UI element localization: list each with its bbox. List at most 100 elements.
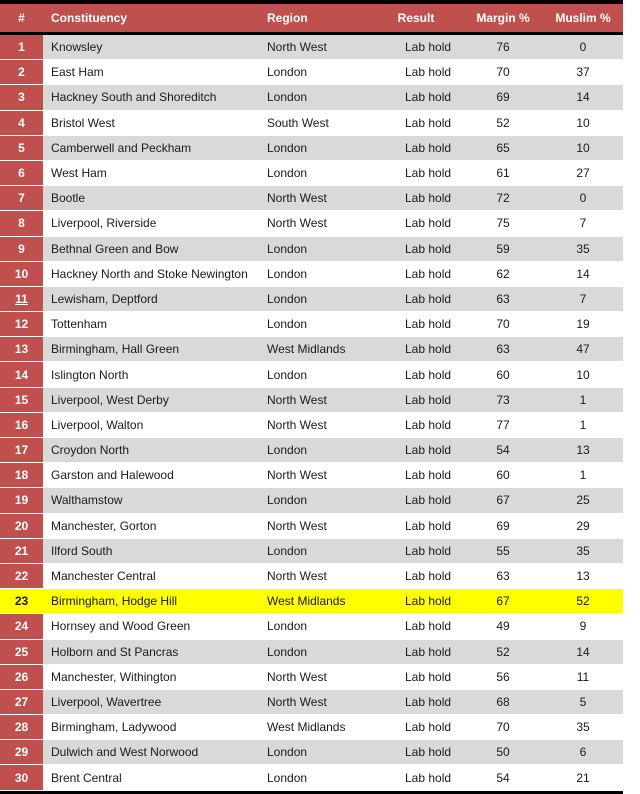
cell-constituency: Manchester, Withington	[43, 664, 259, 690]
cell-constituency: Liverpool, Walton	[43, 412, 259, 439]
cell-margin: 55	[463, 538, 543, 564]
cell-margin: 63	[463, 563, 543, 590]
cell-result: Lab hold	[369, 462, 463, 489]
num-text: 12	[14, 317, 29, 332]
region-text: North West	[267, 40, 327, 55]
cell-region: North West	[259, 33, 369, 61]
cell-margin: 70	[463, 714, 543, 741]
result-text: Lab hold	[405, 241, 452, 256]
constituency-text: Tottenham	[51, 317, 108, 332]
margin-text: 52	[496, 644, 510, 659]
cell-result: Lab hold	[369, 84, 463, 111]
cell-muslim: 37	[543, 59, 623, 86]
cell-num: 13	[0, 336, 43, 363]
cell-margin: 50	[463, 739, 543, 766]
cell-result: Lab hold	[369, 185, 463, 212]
constituency-text: Bristol West	[51, 115, 115, 130]
muslim-text: 1	[579, 392, 587, 407]
cell-region: London	[259, 487, 369, 514]
cell-muslim: 10	[543, 110, 623, 136]
table-row: 26 Manchester, Withington North West Lab ho…	[0, 664, 623, 690]
constituency-text: Croydon North	[51, 443, 130, 458]
cell-num: 20	[0, 513, 43, 539]
cell-constituency: Holborn and St Pancras	[43, 639, 259, 665]
cell-margin: 54	[463, 764, 543, 791]
margin-text: 75	[496, 216, 510, 231]
region-text: North West	[267, 669, 327, 684]
margin-text: 70	[496, 65, 510, 80]
region-text: London	[267, 317, 308, 332]
num-text: 11	[15, 291, 28, 306]
cell-constituency: Bethnal Green and Bow	[43, 236, 259, 262]
table-header: # Constituency Region Result Margin % Mu…	[0, 4, 623, 35]
region-text: London	[267, 770, 308, 785]
result-text: Lab hold	[405, 140, 452, 155]
cell-region: North West	[259, 185, 369, 212]
cell-result: Lab hold	[369, 336, 463, 363]
margin-text: 60	[496, 468, 510, 483]
cell-num: 30	[0, 764, 43, 791]
cell-muslim: 1	[543, 387, 623, 413]
constituency-text: Walthamstow	[51, 493, 123, 508]
table-row: 6 West Ham London Lab hold 61 27	[0, 160, 623, 187]
cell-muslim: 1	[543, 412, 623, 439]
cell-margin: 60	[463, 462, 543, 489]
muslim-text: 1	[579, 417, 587, 432]
result-text: Lab hold	[405, 115, 452, 130]
cell-num: 2	[0, 59, 43, 86]
num-text: 20	[14, 518, 29, 533]
cell-region: London	[259, 437, 369, 464]
constituency-text: Hackney South and Shoreditch	[51, 90, 217, 105]
cell-muslim: 13	[543, 563, 623, 590]
cell-num: 26	[0, 664, 43, 690]
cell-muslim: 0	[543, 185, 623, 212]
table-row: 16 Liverpool, Walton North West Lab hold 77 1	[0, 412, 623, 439]
table-row: 7 Bootle North West Lab hold 72 0	[0, 185, 623, 212]
region-text: London	[267, 65, 308, 80]
result-text: Lab hold	[405, 166, 452, 181]
cell-result: Lab hold	[369, 210, 463, 237]
cell-num: 8	[0, 210, 43, 237]
cell-region: London	[259, 160, 369, 187]
muslim-text: 0	[579, 191, 587, 206]
constituency-text: Liverpool, Riverside	[51, 216, 157, 231]
cell-num: 17	[0, 437, 43, 464]
result-text: Lab hold	[405, 594, 452, 609]
cell-region: North West	[259, 412, 369, 439]
table-row: 17 Croydon North London Lab hold 54 13	[0, 437, 623, 464]
cell-muslim: 14	[543, 639, 623, 665]
table-row: 28 Birmingham, Ladywood West Midlands Lab h…	[0, 714, 623, 741]
muslim-text: 10	[576, 115, 590, 130]
margin-text: 69	[496, 90, 510, 105]
muslim-text: 29	[576, 518, 590, 533]
cell-muslim: 13	[543, 437, 623, 464]
num-text: 2	[18, 65, 25, 80]
cell-constituency: Ilford South	[43, 538, 259, 564]
cell-muslim: 25	[543, 487, 623, 514]
table-row: 3 Hackney South and Shoreditch London Lab h…	[0, 84, 623, 111]
result-text: Lab hold	[405, 619, 452, 634]
num-text: 15	[14, 392, 29, 407]
constituency-text: Lewisham, Deptford	[51, 291, 158, 306]
region-text: London	[267, 619, 308, 634]
muslim-text: 14	[576, 644, 590, 659]
muslim-text: 0	[579, 40, 587, 55]
muslim-text: 37	[576, 65, 590, 80]
margin-text: 67	[496, 493, 510, 508]
table-row: 9 Bethnal Green and Bow London Lab hold 59 35	[0, 236, 623, 262]
cell-muslim: 27	[543, 160, 623, 187]
margin-text: 50	[496, 745, 510, 760]
margin-text: 52	[496, 115, 510, 130]
header-muslim: Muslim %	[543, 4, 623, 35]
cell-constituency: East Ham	[43, 59, 259, 86]
constituency-text: Birmingham, Ladywood	[51, 720, 177, 735]
constituency-text: Dulwich and West Norwood	[51, 745, 199, 760]
table-row: 18 Garston and Halewood North West Lab hold…	[0, 462, 623, 489]
constituency-text: Bootle	[51, 191, 86, 206]
cell-constituency: Liverpool, West Derby	[43, 387, 259, 413]
num-text: 16	[14, 417, 29, 432]
num-text: 17	[14, 443, 29, 458]
cell-result: Lab hold	[369, 714, 463, 741]
cell-region: West Midlands	[259, 336, 369, 363]
cell-num: 6	[0, 160, 43, 187]
